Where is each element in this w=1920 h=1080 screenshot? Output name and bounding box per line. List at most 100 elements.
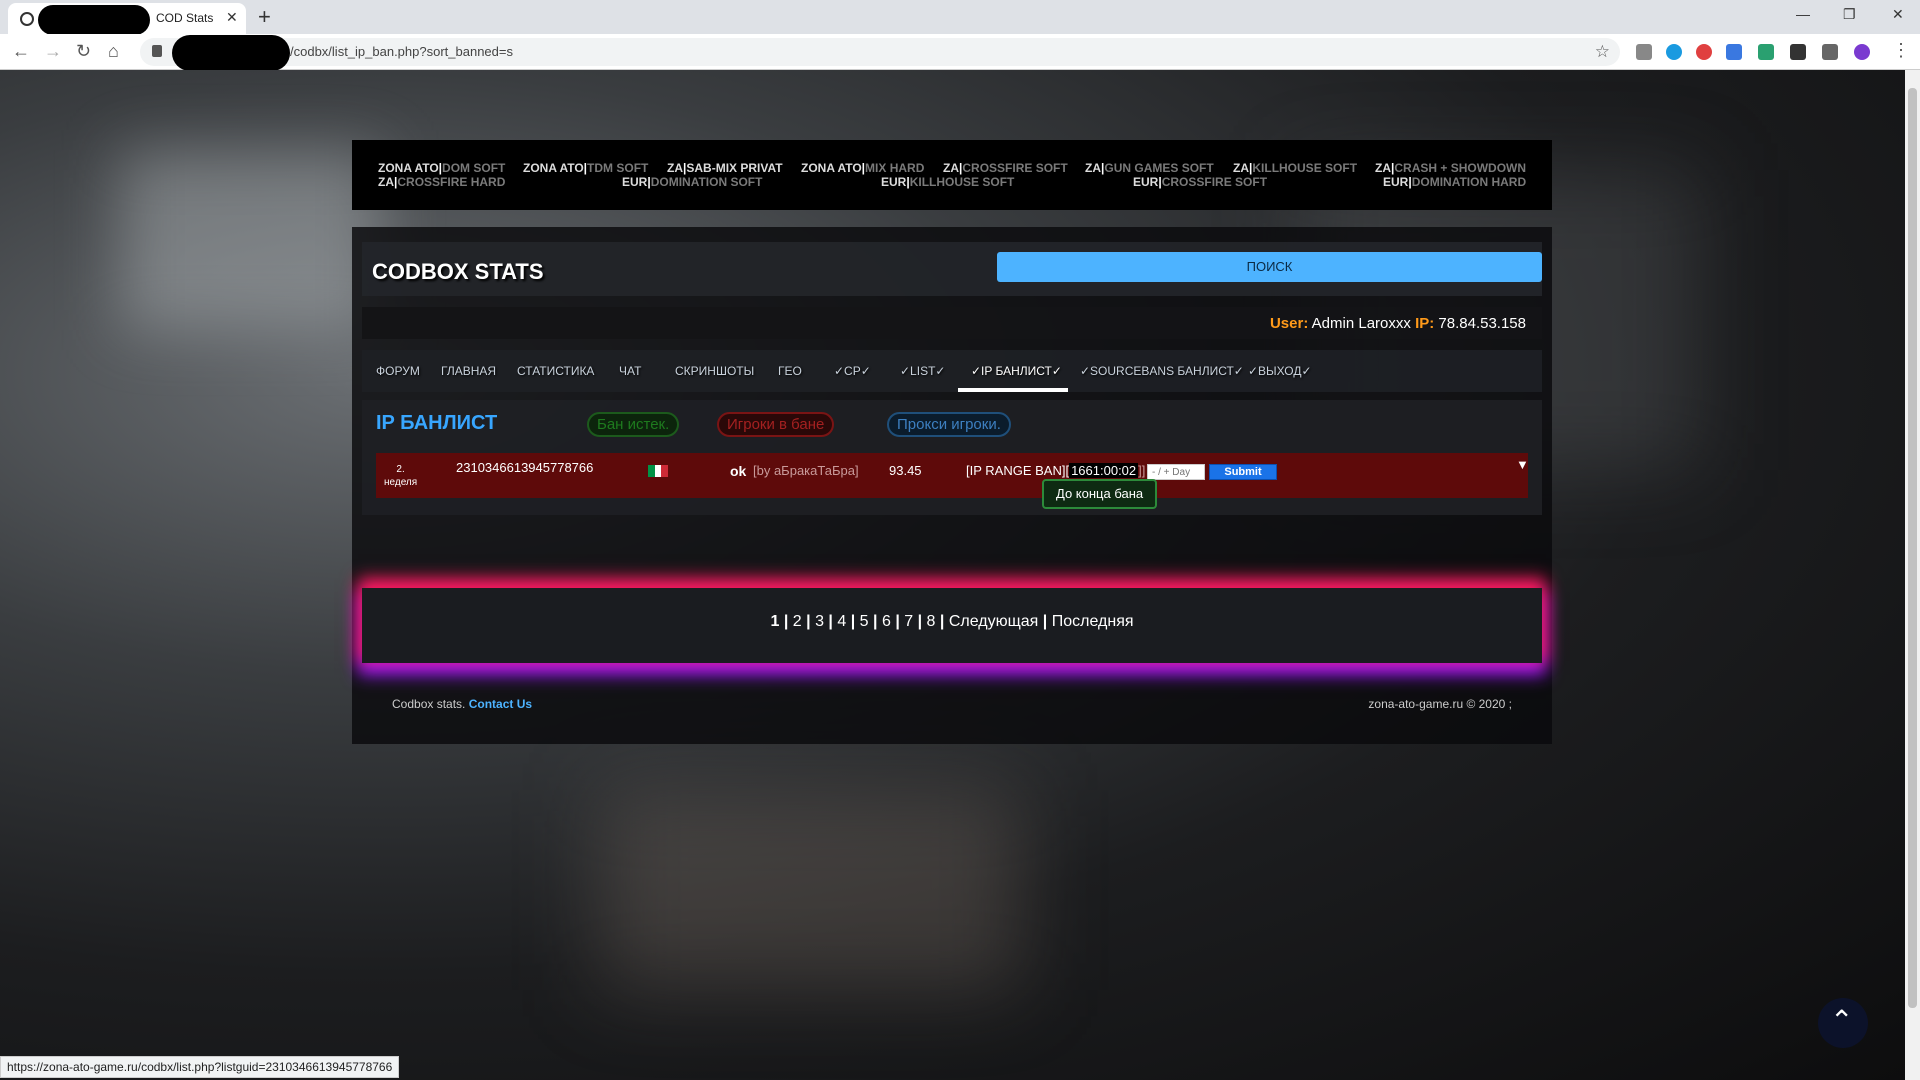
extensions-puzzle-icon[interactable]: [1822, 44, 1838, 60]
nav-home[interactable]: ГЛАВНАЯ: [441, 350, 496, 392]
server-link[interactable]: ZA|CRASH + SHOWDOWN: [1375, 161, 1526, 175]
nav-stats[interactable]: СТАТИСТИКА: [517, 350, 594, 392]
site-brand[interactable]: CODBOX STATS: [372, 259, 544, 285]
server-link[interactable]: EUR|CROSSFIRE SOFT: [1133, 175, 1267, 189]
browser-toolbar: ← → ↻ ⌂ /codbx/list_ip_ban.php?sort_bann…: [0, 34, 1920, 71]
server-link[interactable]: ZONA ATO|DOM SOFT: [378, 161, 505, 175]
ban-row: 2. неделя 2310346613945778766 ok [by аБр…: [376, 453, 1529, 498]
server-link[interactable]: ZA|SAB-MIX PRIVAT: [667, 161, 783, 175]
search-button[interactable]: ПОИСК: [997, 252, 1542, 282]
footer-copyright: zona-ato-game.ru © 2020 ;: [1368, 697, 1512, 711]
filter-proxy-button[interactable]: Прокси игроки.: [887, 412, 1011, 437]
extension-a-icon[interactable]: [1790, 44, 1806, 60]
server-link[interactable]: EUR|DOMINATION SOFT: [622, 175, 762, 189]
page-link[interactable]: 8: [927, 613, 936, 630]
page-link[interactable]: 2: [793, 613, 802, 630]
header: CODBOX STATS ПОИСК: [362, 242, 1542, 296]
restore-icon[interactable]: ❐: [1843, 6, 1856, 23]
page-title: IP БАНЛИСТ: [376, 412, 498, 434]
submit-button[interactable]: Submit: [1209, 464, 1277, 480]
page-link[interactable]: 4: [837, 613, 846, 630]
nav-ip-banlist[interactable]: ✓IP БАНЛИСТ✓: [958, 350, 1068, 392]
redacted-block: [38, 5, 150, 35]
back-icon[interactable]: ←: [12, 41, 30, 62]
extension-translate-icon[interactable]: [1726, 44, 1742, 60]
extension-green-icon[interactable]: [1758, 44, 1774, 60]
ban-period: 2. неделя: [384, 464, 418, 488]
tab-title: COD Stats: [156, 11, 214, 25]
nav-list[interactable]: ✓LIST✓: [900, 350, 945, 392]
server-link[interactable]: EUR|KILLHOUSE SOFT: [881, 175, 1014, 189]
menu-kebab-icon[interactable]: ⋮: [1892, 40, 1910, 61]
extension-abp-icon[interactable]: [1636, 44, 1652, 60]
user-label: User:: [1269, 315, 1309, 332]
bookmark-star-icon[interactable]: ☆: [1595, 42, 1610, 62]
page-link[interactable]: 6: [882, 613, 891, 630]
banned-by: [by аБракаТаБра]: [753, 463, 859, 478]
contact-us-link[interactable]: Contact Us: [469, 697, 532, 711]
profile-avatar[interactable]: [1854, 44, 1870, 60]
player-guid-link[interactable]: 2310346613945778766: [456, 460, 593, 475]
server-link[interactable]: ZA|GUN GAMES SOFT: [1085, 161, 1214, 175]
page-link[interactable]: 3: [815, 613, 824, 630]
day-adjust-input[interactable]: [1147, 464, 1205, 480]
server-list: ZONA ATO|DOM SOFT ZA|CROSSFIRE HARD ZONA…: [352, 140, 1552, 210]
page-background: ZONA ATO|DOM SOFT ZA|CROSSFIRE HARD ZONA…: [0, 70, 1905, 1080]
close-tab-icon[interactable]: ✕: [226, 9, 238, 26]
expand-arrow-icon[interactable]: ▼: [1516, 457, 1529, 472]
ip-label: IP:: [1415, 315, 1435, 332]
user-name: Admin Laroxxx: [1311, 315, 1411, 332]
extension-red-icon[interactable]: [1696, 44, 1712, 60]
server-link[interactable]: ZA|CROSSFIRE SOFT: [943, 161, 1068, 175]
main-container: CODBOX STATS ПОИСК User: Admin Laroxxx I…: [352, 227, 1552, 744]
country-flag-icon: [648, 465, 669, 477]
browser-tab[interactable]: COD Stats ✕: [8, 3, 246, 35]
last-page-link[interactable]: Последняя: [1052, 613, 1134, 630]
page-link[interactable]: 7: [904, 613, 913, 630]
ip-value: 78.84.53.158: [1438, 315, 1526, 332]
site-favicon-icon: [20, 12, 34, 26]
next-page-link[interactable]: Следующая: [949, 613, 1039, 630]
new-tab-icon[interactable]: +: [258, 4, 271, 30]
ban-time-remaining: 1661:00:02: [1069, 463, 1139, 478]
filter-expired-button[interactable]: Бан истек.: [587, 412, 680, 437]
forward-icon[interactable]: →: [44, 41, 62, 62]
user-info: User: Admin Laroxxx IP: 78.84.53.158: [1270, 315, 1526, 332]
extension-skype-icon[interactable]: [1666, 44, 1682, 60]
close-window-icon[interactable]: ✕: [1892, 6, 1904, 23]
user-bar: User: Admin Laroxxx IP: 78.84.53.158: [362, 307, 1542, 339]
nav-screenshots[interactable]: СКРИНШОТЫ: [675, 350, 754, 392]
page-current: 1: [770, 613, 780, 630]
ban-time-tooltip: До конца бана: [1042, 479, 1158, 509]
reload-icon[interactable]: ↻: [76, 41, 91, 62]
pagination: 1 | 2 | 3 | 4 | 5 | 6 | 7 | 8 | Следующа…: [362, 588, 1542, 663]
banlist-panel: IP БАНЛИСТ Бан истек. Игроки в бане Прок…: [362, 400, 1542, 515]
page-scrollbar[interactable]: [1905, 70, 1920, 1080]
nav-logout[interactable]: ✓ВЫХОД✓: [1248, 350, 1312, 392]
nav-chat[interactable]: ЧАТ: [619, 350, 641, 392]
double-chevron-up-icon: ⌃: [1830, 1005, 1854, 1036]
nav-geo[interactable]: ГЕО: [778, 350, 802, 392]
server-link[interactable]: EUR|DOMINATION HARD: [1383, 175, 1526, 189]
lock-icon: [152, 45, 162, 57]
minimize-icon[interactable]: —: [1796, 6, 1810, 22]
filter-banned-button[interactable]: Игроки в бане: [717, 412, 835, 437]
server-link[interactable]: ZONA ATO|TDM SOFT: [523, 161, 648, 175]
scroll-to-top-button[interactable]: ⌃: [1818, 998, 1868, 1048]
server-link[interactable]: ZONA ATO|MIX HARD: [801, 161, 924, 175]
nav-sourcebans-banlist[interactable]: ✓SOURCEBANS БАНЛИСТ✓: [1080, 350, 1244, 392]
redacted-block: [172, 35, 290, 71]
server-link[interactable]: ZA|KILLHOUSE SOFT: [1233, 161, 1357, 175]
page-link[interactable]: 5: [860, 613, 869, 630]
nav-forum[interactable]: ФОРУМ: [376, 350, 420, 392]
home-icon[interactable]: ⌂: [108, 41, 119, 62]
status-bar-url: https://zona-ato-game.ru/codbx/list.php?…: [0, 1056, 400, 1078]
server-link[interactable]: ZA|CROSSFIRE HARD: [378, 175, 505, 189]
tab-strip: COD Stats ✕ + — ❐ ✕: [0, 0, 1920, 35]
player-score: 93.45: [889, 463, 922, 478]
address-url: /codbx/list_ip_ban.php?sort_banned=s: [290, 44, 513, 59]
main-nav: ФОРУМ ГЛАВНАЯ СТАТИСТИКА ЧАТ СКРИНШОТЫ Г…: [362, 350, 1542, 392]
nav-cp[interactable]: ✓CP✓: [834, 350, 871, 392]
footer-left: Codbox stats. Contact Us: [392, 697, 533, 711]
address-bar[interactable]: /codbx/list_ip_ban.php?sort_banned=s ☆: [140, 35, 1620, 71]
